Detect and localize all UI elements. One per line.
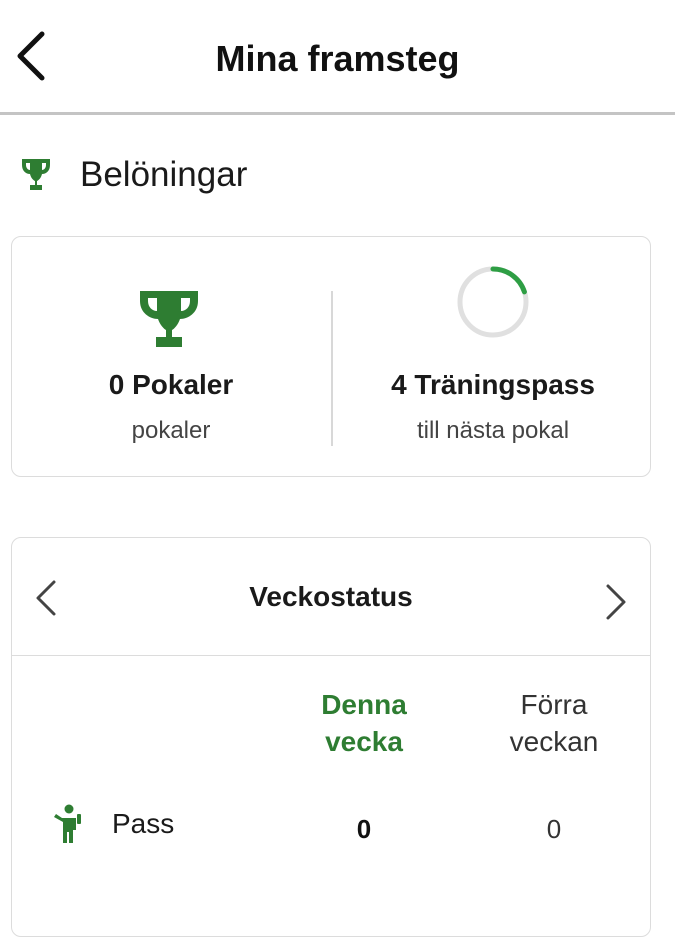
trophy-sub-label: pokaler bbox=[131, 417, 211, 444]
rewards-section-heading: Belöningar bbox=[20, 150, 247, 200]
app-header: Mina framsteg bbox=[0, 0, 675, 115]
trophy-icon bbox=[22, 159, 50, 190]
row-label-pass: Pass bbox=[112, 808, 175, 839]
next-trophy-column: 4 Träningspass till nästa pokal bbox=[334, 237, 652, 478]
person-exercise-icon bbox=[54, 804, 81, 843]
chevron-right-icon bbox=[606, 584, 626, 620]
pass-last-week-value: 0 bbox=[546, 814, 562, 844]
week-status-title: Veckostatus bbox=[249, 581, 413, 612]
rewards-card: 0 Pokaler pokaler 4 Träningspass till nä… bbox=[11, 236, 651, 477]
progress-ring bbox=[457, 266, 529, 338]
sessions-sub-label: till nästa pokal bbox=[416, 417, 570, 444]
column-header-last-week: Förra veckan bbox=[509, 689, 599, 757]
week-status-card: Veckostatus Denna vecka Förra veckan Pas… bbox=[11, 537, 651, 937]
next-week-button[interactable] bbox=[598, 580, 632, 624]
trophy-count: 0 Pokaler bbox=[108, 369, 234, 400]
pass-this-week-value: 0 bbox=[356, 814, 372, 844]
rewards-heading-label: Belöningar bbox=[80, 155, 248, 194]
column-divider bbox=[331, 291, 333, 446]
page-title: Mina framsteg bbox=[215, 38, 460, 79]
week-status-header: Veckostatus bbox=[12, 538, 650, 656]
sessions-to-next: 4 Träningspass bbox=[391, 369, 595, 400]
table-row: Pass 0 0 bbox=[12, 800, 650, 850]
column-header-this-week: Denna vecka bbox=[321, 689, 407, 757]
trophy-icon bbox=[140, 291, 198, 347]
trophies-column: 0 Pokaler pokaler bbox=[12, 237, 330, 478]
